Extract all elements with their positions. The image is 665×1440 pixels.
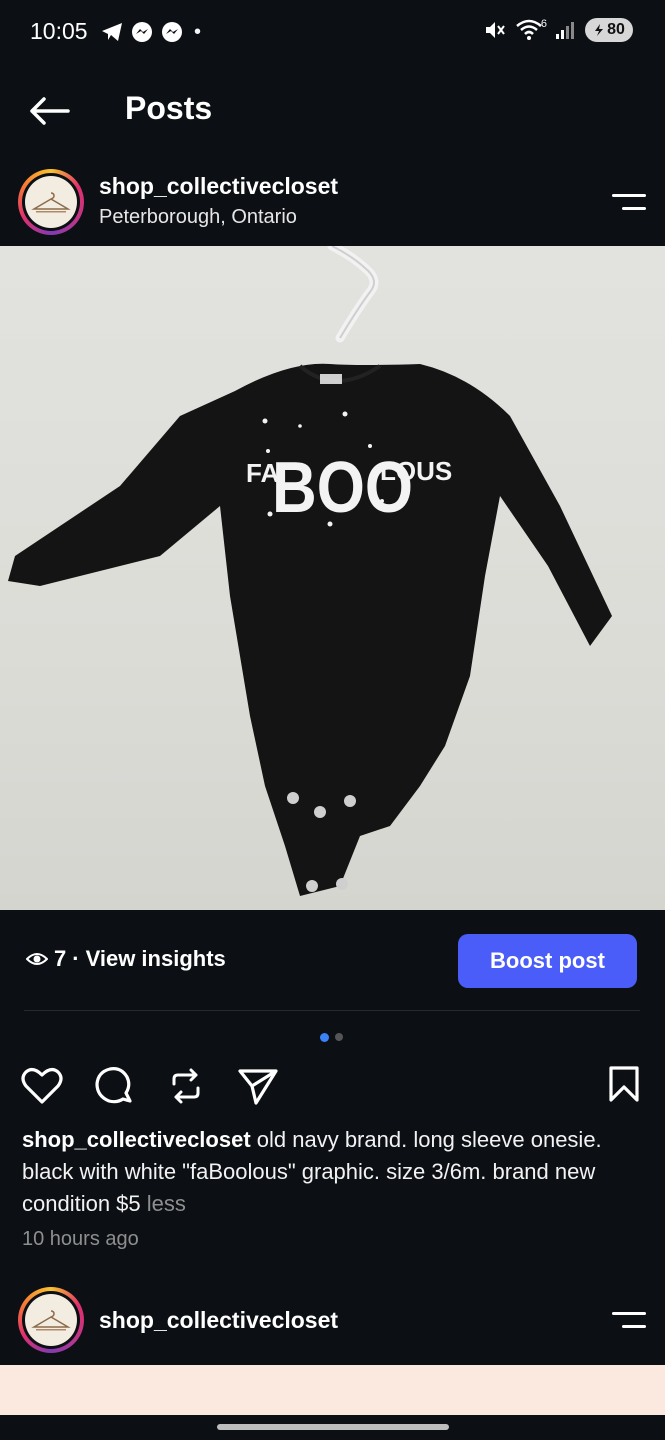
- post-location[interactable]: Peterborough, Ontario: [99, 206, 297, 229]
- messenger-icon: [132, 22, 152, 42]
- insights-label: View insights: [85, 946, 226, 971]
- comment-button[interactable]: [92, 1064, 136, 1108]
- status-time: 10:05: [30, 18, 88, 44]
- caption-username[interactable]: shop_collectivecloset: [22, 1127, 251, 1152]
- messenger-icon-2: [162, 22, 182, 42]
- post-username[interactable]: shop_collectivecloset: [99, 173, 338, 200]
- hanger-logo-icon: [31, 192, 71, 213]
- menu-line-icon: [622, 1325, 646, 1328]
- boost-post-button[interactable]: Boost post: [458, 934, 637, 988]
- arrow-left-icon: [30, 97, 70, 125]
- carousel-indicator: [320, 1033, 343, 1042]
- status-notification-icons: •: [100, 20, 201, 44]
- post-options-button[interactable]: [606, 187, 646, 217]
- view-insights-link[interactable]: 7 · View insights: [26, 946, 226, 972]
- comment-icon: [95, 1067, 132, 1104]
- save-button[interactable]: [604, 1064, 644, 1104]
- next-post-image[interactable]: [0, 1365, 665, 1415]
- heart-icon: [21, 1068, 63, 1104]
- repost-button[interactable]: [164, 1064, 208, 1108]
- carousel-dot-active: [320, 1033, 329, 1042]
- signal-icon: [556, 22, 574, 39]
- post-avatar[interactable]: [18, 169, 84, 235]
- share-button[interactable]: [236, 1064, 280, 1108]
- back-button[interactable]: [26, 88, 72, 134]
- home-indicator[interactable]: [217, 1424, 449, 1430]
- wifi-icon: [516, 19, 542, 40]
- like-button[interactable]: [20, 1064, 64, 1108]
- onesie-photo: FA BOO LOUS: [8, 246, 612, 896]
- caption-less-link[interactable]: less: [147, 1191, 186, 1216]
- view-count: 7: [54, 946, 67, 971]
- menu-line-icon: [612, 1312, 646, 1315]
- battery-charging-icon: [595, 24, 604, 36]
- next-post-options-button[interactable]: [606, 1305, 646, 1335]
- divider: [24, 1010, 640, 1011]
- menu-line-icon: [612, 194, 646, 197]
- post-timestamp: 10 hours ago: [22, 1228, 139, 1250]
- repost-icon: [172, 1068, 200, 1104]
- mute-icon: [485, 22, 505, 38]
- battery-level: 80: [607, 21, 625, 38]
- post-actions: [20, 1064, 280, 1108]
- menu-line-icon: [622, 207, 646, 210]
- bookmark-icon: [609, 1066, 639, 1102]
- hanger-logo-icon: [31, 1310, 71, 1331]
- insights-separator: ·: [72, 946, 80, 971]
- network-type: 6: [540, 18, 547, 30]
- status-system-icons: 6 80: [483, 18, 633, 42]
- send-icon: [238, 1069, 278, 1105]
- page-title: Posts: [125, 90, 213, 126]
- status-dot: •: [194, 20, 202, 43]
- next-post-username[interactable]: shop_collectivecloset: [99, 1307, 338, 1334]
- post-caption: shop_collectivecloset old navy brand. lo…: [22, 1124, 652, 1220]
- next-post-avatar[interactable]: [18, 1287, 84, 1353]
- eye-icon: [26, 953, 48, 965]
- post-image[interactable]: FA BOO LOUS: [0, 246, 665, 910]
- battery-indicator: 80: [585, 18, 633, 42]
- carousel-dot: [335, 1033, 343, 1041]
- telegram-icon: [102, 23, 122, 41]
- onesie-graphic-right: LOUS: [380, 456, 452, 486]
